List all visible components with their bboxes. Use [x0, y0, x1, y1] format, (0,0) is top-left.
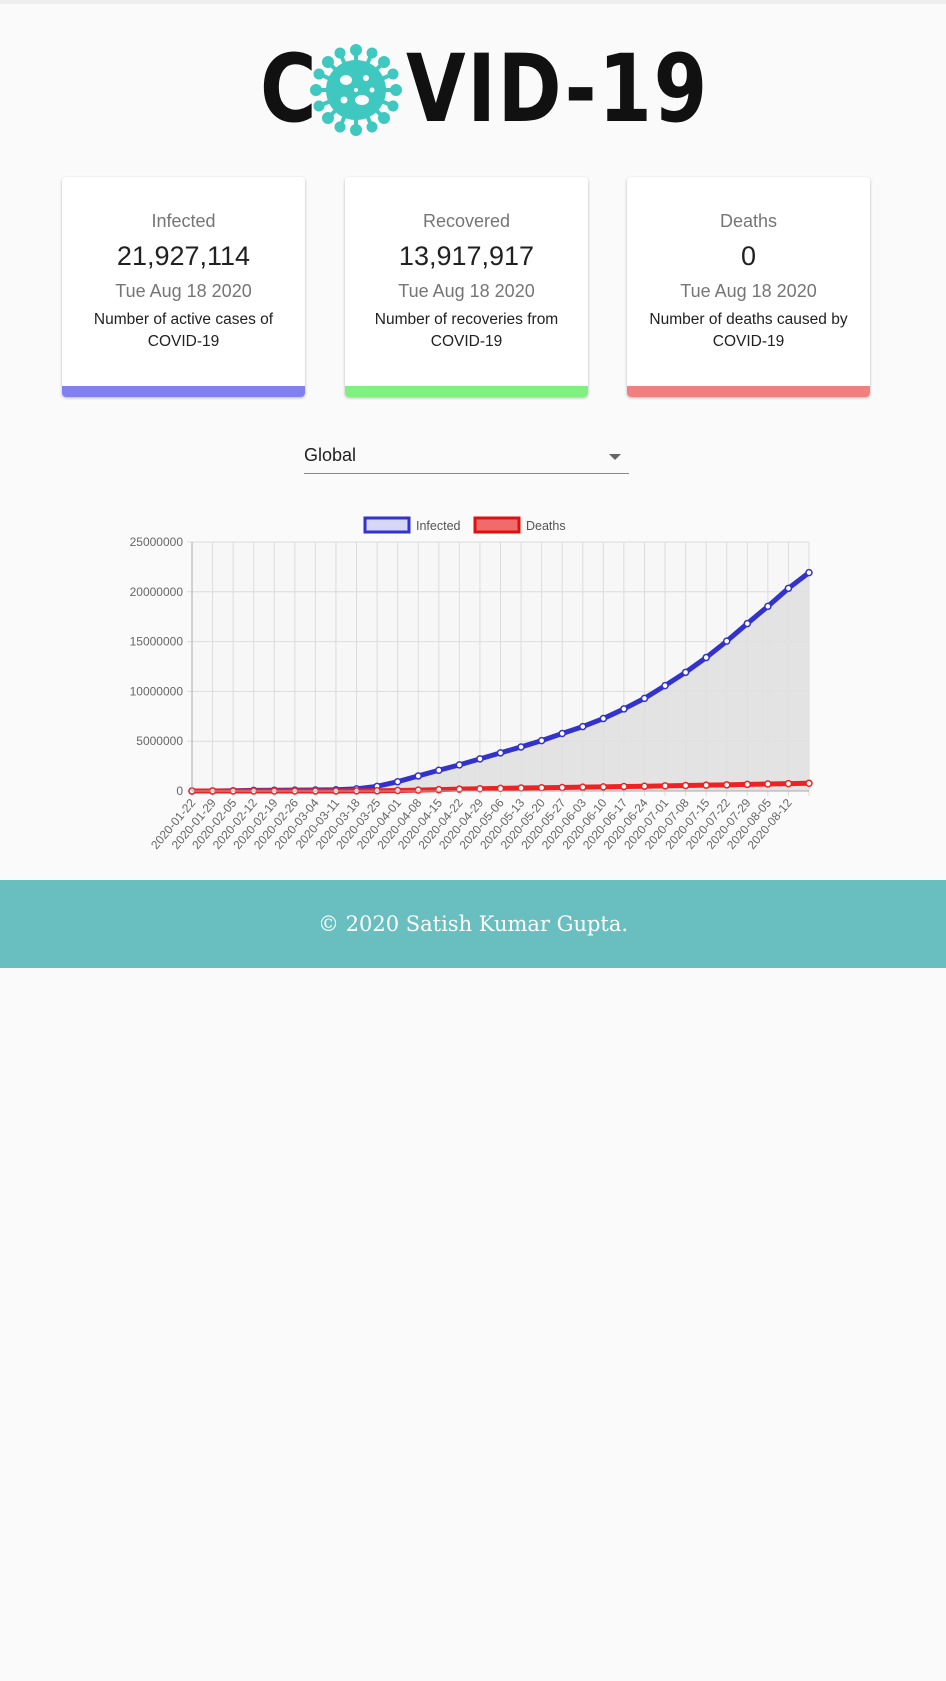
footer: © 2020 Satish Kumar Gupta.: [0, 880, 946, 968]
infected-data-point: [476, 755, 484, 763]
card-value: 0: [740, 241, 757, 271]
card-date: Tue Aug 18 2020: [680, 281, 817, 301]
infected-data-point: [537, 736, 546, 745]
deaths-card: Deaths 0 Tue Aug 18 2020 Number of death…: [627, 177, 870, 397]
infected-data-point: [640, 694, 649, 703]
deaths-data-point: [784, 779, 793, 788]
infected-data-point: [455, 761, 464, 769]
deaths-data-point: [414, 786, 422, 794]
recovered-card: Recovered 13,917,917 Tue Aug 18 2020 Num…: [345, 177, 588, 397]
y-tick-label: 0: [176, 784, 183, 798]
country-select[interactable]: Global: [304, 440, 629, 474]
top-divider: [0, 0, 946, 4]
deaths-data-point: [435, 785, 443, 794]
cases-line-chart: 0 5000000 10000000 15000000 20000000 25000000…: [100, 508, 830, 868]
legend-swatch-infected: [363, 516, 411, 534]
infected-data-point: [496, 749, 505, 757]
infected-data-point: [558, 729, 566, 738]
card-description: Number of active cases of COVID-19: [93, 311, 274, 350]
y-tick-label: 15000000: [130, 635, 184, 649]
deaths-data-point: [537, 783, 546, 792]
deaths-data-point: [743, 780, 752, 789]
card-value: 21,927,114: [116, 241, 251, 271]
deaths-data-point: [517, 784, 525, 792]
deaths-data-point: [496, 784, 505, 793]
deaths-data-point: [620, 782, 628, 791]
card-color-bar: [345, 386, 588, 397]
y-tick-label: 10000000: [130, 684, 184, 698]
covid-19-logo: C VID-19: [260, 42, 707, 138]
logo-text-vid19: VID-19: [406, 35, 709, 144]
dropdown-arrow-icon[interactable]: [609, 454, 621, 460]
infected-data-point: [517, 743, 525, 751]
infected-data-point: [599, 714, 608, 723]
deaths-data-point: [764, 780, 772, 788]
card-title: Deaths: [719, 211, 778, 231]
card-value: 13,917,917: [398, 241, 535, 271]
deaths-data-point: [558, 783, 566, 792]
infected-data-point: [620, 705, 628, 713]
legend-label-deaths: Deaths: [526, 519, 566, 533]
infected-data-point: [579, 722, 587, 731]
card-color-bar: [62, 386, 305, 397]
deaths-data-point: [599, 783, 608, 791]
deaths-data-point: [640, 782, 649, 790]
country-select-value: Global: [304, 445, 357, 465]
card-date: Tue Aug 18 2020: [398, 281, 535, 301]
chart-svg: 0 5000000 10000000 15000000 20000000 25000000…: [130, 516, 813, 852]
infected-data-point: [702, 653, 710, 662]
card-date: Tue Aug 18 2020: [115, 281, 252, 301]
infected-data-point: [414, 772, 422, 780]
legend-label-infected: Infected: [416, 519, 461, 533]
deaths-data-point: [805, 779, 813, 788]
infected-data-point: [784, 584, 793, 593]
footer-copyright: © 2020 Satish Kumar Gupta.: [317, 912, 629, 936]
card-description: Number of deaths caused by COVID-19: [649, 311, 848, 350]
infected-data-point: [722, 637, 731, 645]
infected-data-point: [661, 681, 669, 690]
deaths-data-point: [702, 781, 710, 789]
deaths-data-point: [722, 781, 731, 789]
infected-data-point: [805, 568, 813, 577]
infected-data-point: [743, 619, 752, 628]
infected-data-point: [764, 602, 772, 611]
deaths-data-point: [681, 781, 690, 790]
virus-icon: [310, 44, 402, 136]
deaths-data-point: [661, 782, 669, 790]
infected-data-point: [435, 766, 443, 774]
card-title: Recovered: [422, 211, 511, 231]
infected-data-point: [393, 777, 402, 786]
card-description: Number of recoveries from COVID-19: [374, 311, 559, 350]
y-tick-label: 25000000: [130, 535, 184, 549]
infected-card: Infected 21,927,114 Tue Aug 18 2020 Numb…: [62, 177, 305, 397]
card-title: Infected: [151, 211, 216, 231]
legend-swatch-deaths: [473, 516, 521, 534]
infected-data-point: [681, 668, 690, 677]
y-tick-label: 20000000: [130, 585, 184, 599]
deaths-data-point: [579, 783, 587, 791]
y-tick-label: 5000000: [136, 734, 183, 748]
card-color-bar: [627, 386, 870, 397]
